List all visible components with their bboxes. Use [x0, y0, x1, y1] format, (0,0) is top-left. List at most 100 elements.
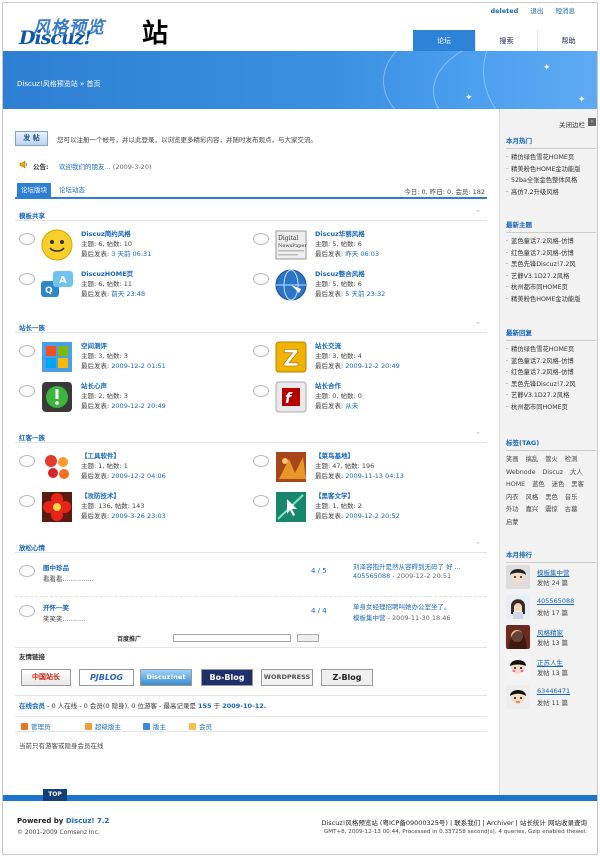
tab-help[interactable]: 帮助 [537, 30, 597, 52]
ranking-user[interactable]: 模板集中营 [537, 567, 570, 577]
powered-by-link[interactable]: Discuz! 7.2 [66, 817, 110, 825]
forum-item[interactable]: 空间测评 主题: 3, 帖数: 3 最后发表: 2009-12-2 01:51 [15, 337, 245, 377]
last-post-title[interactable]: 刘泽容抱升是然从容碍到无码了 好 ... [353, 561, 461, 571]
new-reply-item[interactable]: 精仿绿色雪花HOME页 [506, 344, 596, 356]
last-post-time[interactable]: 2009-3-26 23:03 [111, 512, 165, 520]
hot-topic-item[interactable]: 精仿绿色雪花HOME页 [506, 152, 596, 164]
last-post-time[interactable]: 2009-12-2 01:51 [111, 362, 165, 370]
forum-row[interactable]: 开怀一笑 笑笑笑........... 4 / 4 单身女经理招聘叫她办公室坐了… [15, 597, 487, 637]
new-reply-item[interactable]: 艺静V3.1D27.2风格 [506, 390, 596, 402]
tag-link[interactable]: 笑画 [506, 454, 519, 467]
close-sidebar-icon[interactable]: › [588, 118, 596, 126]
ranking-item[interactable]: 405565088 发帖 17 篇 [506, 595, 596, 619]
forum-item[interactable]: Z 站长交流 主题: 3, 帖数: 4 最后发表: 2009-12-2 20:4… [249, 337, 479, 377]
last-post-time[interactable]: 2009-12-2 20:52 [345, 512, 399, 520]
tag-link[interactable]: HOME [506, 479, 525, 492]
new-topic-item[interactable]: 红色童话7.2风格-仿博 [506, 248, 596, 260]
category-header[interactable]: 红客一族 ⌃ [15, 431, 487, 443]
last-post-time[interactable]: 2009-12-2 20:49 [111, 402, 165, 410]
ranking-item[interactable]: 模板集中营 发帖 24 篇 [506, 565, 596, 589]
friend-link-logo[interactable]: 中国站长 [21, 669, 71, 686]
forum-name[interactable]: 图中珍品 [43, 562, 69, 572]
forum-item[interactable]: 站长心声 主题: 2, 帖数: 3 最后发表: 2009-12-2 20:49 [15, 377, 245, 417]
forum-name[interactable]: 【工具软件】 [81, 450, 120, 460]
new-reply-item[interactable]: 红色童话7.2风格-仿博 [506, 367, 596, 379]
new-reply-item[interactable]: 黑色先锋Discuz!7.2风 [506, 379, 596, 391]
new-reply-item[interactable]: 蓝色童话7.2风格-仿博 [506, 356, 596, 368]
hot-topic-item[interactable]: 精美粉色HOME金功能版 [506, 164, 596, 176]
tag-link[interactable]: 迷色 [552, 479, 565, 492]
forum-name[interactable]: 空间测评 [81, 340, 107, 350]
collapse-icon[interactable]: ⌃ [475, 541, 481, 549]
tag-link[interactable]: 风格 [526, 492, 539, 505]
last-post-author[interactable]: 模板集中营 [353, 614, 386, 622]
forum-name[interactable]: Discuz华丽风格 [315, 228, 365, 238]
messages-link[interactable]: 短消息 [556, 7, 576, 15]
forum-item[interactable]: f 站长合作 主题: 0, 帖数: 0 最后发表: 从未 [249, 377, 479, 417]
collapse-icon[interactable]: ⌃ [475, 209, 481, 217]
category-header[interactable]: 站长一族 ⌃ [15, 321, 487, 333]
close-sidebar-link[interactable]: 关闭边栏 [559, 119, 585, 129]
new-topic-item[interactable]: 艺静V3.1D27.2风格 [506, 271, 596, 283]
forum-item[interactable]: 【攻防技术】 主题: 136, 帖数: 143 最后发表: 2009-3-26 … [15, 487, 245, 527]
collapse-icon[interactable]: ⌃ [475, 321, 481, 329]
forum-name[interactable]: Discuz简约风格 [81, 228, 131, 238]
ad-search-button[interactable] [297, 634, 319, 642]
ranking-user[interactable]: 405565088 [537, 597, 574, 605]
last-post-time[interactable]: 2009-12-2 20:49 [345, 362, 399, 370]
breadcrumb[interactable]: Discuz!风格预览站 » 首页 [17, 79, 100, 89]
category-header[interactable]: 模板共享 ⌃ [15, 209, 487, 221]
tag-link[interactable]: 黑色 [545, 492, 558, 505]
forum-name[interactable]: 站长合作 [315, 380, 341, 390]
tag-link[interactable]: 嘉兴 [526, 504, 539, 517]
ranking-item[interactable]: 63446471 发帖 11 篇 [506, 685, 596, 709]
last-post-time[interactable]: 前天 23:48 [111, 290, 145, 298]
avatar[interactable] [506, 685, 530, 709]
site-logo[interactable]: 风格预览 Discuz! 站 [17, 11, 177, 49]
tag-link[interactable]: 黑客 [571, 479, 584, 492]
tag-link[interactable]: 大人 [570, 467, 583, 480]
last-post-time[interactable]: 5 天前 23:32 [345, 290, 385, 298]
forum-name[interactable]: 站长心声 [81, 380, 107, 390]
ranking-user[interactable]: 风格精家 [537, 627, 563, 637]
friend-link-logo[interactable]: Z-Blog [321, 669, 373, 686]
forum-name[interactable]: DiscuzHOME页 [81, 268, 133, 278]
forum-name[interactable]: 站长交流 [315, 340, 341, 350]
tag-link[interactable]: 古墓 [565, 504, 578, 517]
avatar[interactable] [506, 655, 530, 679]
back-to-top-button[interactable]: TOP [43, 789, 67, 801]
last-post-time[interactable]: 3 天前 06:31 [111, 250, 151, 258]
forum-item[interactable]: Digital NewsPaper Discuz华丽风格 主题: 5, 帖数: … [249, 225, 479, 265]
last-post-time[interactable]: 昨天 06:03 [345, 250, 379, 258]
tag-link[interactable]: 搞乱 [526, 454, 539, 467]
tab-forum-activity[interactable]: 论坛动态 [55, 183, 89, 197]
friend-link-logo[interactable]: Discuz!net [140, 669, 192, 686]
avatar[interactable] [506, 595, 530, 619]
forum-item[interactable]: 【黑客文学】 主题: 1, 帖数: 2 最后发表: 2009-12-2 20:5… [249, 487, 479, 527]
ranking-item[interactable]: 风格精家 发帖 13 篇 [506, 625, 596, 649]
tab-forum-sections[interactable]: 论坛版块 [17, 183, 51, 197]
logout-link[interactable]: 退出 [530, 7, 543, 15]
new-topic-item[interactable]: 黑色先锋Discuz!7.2风 [506, 259, 596, 271]
forum-name[interactable]: 【攻防技术】 [81, 490, 120, 500]
hot-topic-item[interactable]: 52ba全张金色整体风格 [506, 175, 596, 187]
hot-topic-item[interactable]: 高仿7.2升级风格 [506, 187, 596, 199]
tag-link[interactable]: 启蒙 [506, 517, 519, 530]
forum-item[interactable]: 【工具软件】 主题: 1, 帖数: 1 最后发表: 2009-12-2 04:0… [15, 447, 245, 487]
last-post-author[interactable]: 405565088 [353, 572, 390, 580]
forum-name[interactable]: Discuz整合风格 [315, 268, 365, 278]
tag-link[interactable]: 管火 [545, 454, 558, 467]
announcement-link[interactable]: 欢迎我们的朋友... [59, 163, 111, 171]
last-post-time[interactable]: 2009-12-2 04:06 [111, 472, 165, 480]
forum-item[interactable]: 【菜鸟基地】 主题: 47, 帖数: 196 最后发表: 2009-11-13 … [249, 447, 479, 487]
username-link[interactable]: deleted [490, 7, 518, 15]
ad-search-input[interactable] [173, 634, 291, 642]
tag-link[interactable]: Webnode [506, 467, 535, 480]
tag-link[interactable]: 外功 [506, 504, 519, 517]
forum-name[interactable]: 【菜鸟基地】 [315, 450, 354, 460]
avatar[interactable] [506, 565, 530, 589]
footer-links[interactable]: Discuz!风格预览站 (粤ICP备09000325号) | 联系我们 | A… [321, 817, 587, 827]
ranking-item[interactable]: 正苏人生 发帖 13 篇 [506, 655, 596, 679]
last-post-time[interactable]: 从未 [345, 402, 358, 410]
ranking-user[interactable]: 63446471 [537, 687, 570, 695]
